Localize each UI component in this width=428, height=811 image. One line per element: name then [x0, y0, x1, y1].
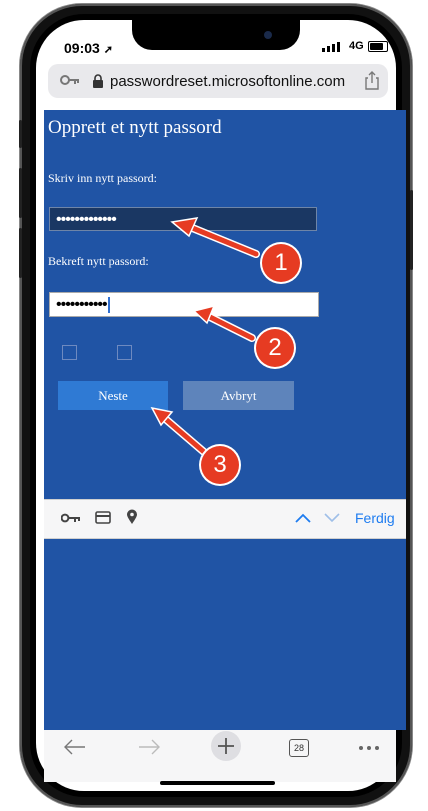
annotation-arrows	[150, 217, 260, 456]
step-2-badge: 2	[256, 329, 294, 367]
step-3-badge: 3	[201, 446, 239, 484]
step-1-badge: 1	[262, 244, 300, 282]
